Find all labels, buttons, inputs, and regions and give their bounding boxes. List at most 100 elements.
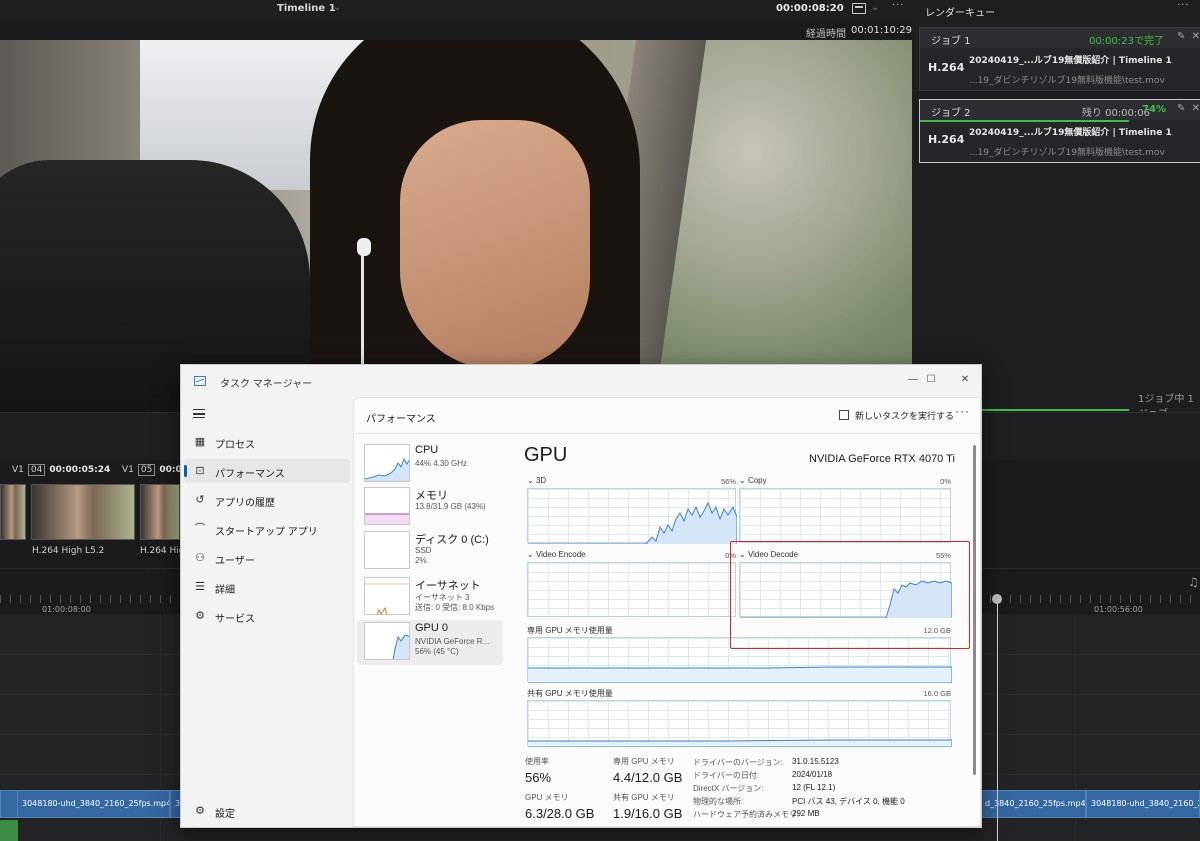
nav-item-app-history[interactable]: ↺ アプリの履歴 [184,488,350,512]
device-name: ディスク 0 (C:) [415,534,489,546]
pencil-icon[interactable]: ✎ [1177,32,1186,42]
info-key: ドライバーのバージョン: [693,758,783,767]
device-name: GPU 0 [415,622,449,634]
nav-item-details[interactable]: ☰ 詳細 [184,575,350,599]
job-remaining: 残り 00:00:06 [1081,108,1150,119]
device-ethernet[interactable]: イーサネット イーサネット 3 送信: 0 受信: 8.0 Kbps [357,575,503,620]
track-label: V1 [122,465,134,475]
engine-label-copy[interactable]: ⌄ Copy [739,476,767,485]
device-detail: SSD [415,546,432,555]
playhead[interactable] [997,596,998,841]
nav-item-settings[interactable]: ⚙ 設定 [184,799,350,823]
startup-icon: ⌒ [194,523,206,535]
graph-3d [527,488,737,544]
nav-item-users[interactable]: ⚇ ユーザー [184,546,350,570]
nav-item-services[interactable]: ⚙ サービス [184,604,350,628]
close-icon[interactable]: ✕ [1192,31,1200,42]
info-key: ドライバーの日付: [693,771,760,780]
scrollbar[interactable] [973,445,976,775]
settings-gear-icon: ⚙ [195,805,205,817]
dedicated-memory-label: 専用 GPU メモリ使用量 [527,626,613,635]
timeline-name[interactable]: Timeline 1 [277,3,336,14]
ruler-label: 01:00:56:00 [1094,605,1143,614]
more-options-icon[interactable]: ··· [1177,0,1190,11]
device-disk[interactable]: ディスク 0 (C:) SSD 2% [357,529,503,574]
device-detail: 56% (45 °C) [415,647,459,656]
shared-gpu-memory-value: 1.9/16.0 GB [613,806,683,821]
clip-timecode: 00:00:05:24 [49,465,111,475]
device-name: メモリ [415,490,448,502]
run-new-task-label: 新しいタスクを実行する [855,411,955,421]
processes-icon: ▦ [194,436,206,448]
timeline-clip[interactable]: d_3840_2160_25fps.mp4 [980,790,1086,818]
device-detail: NVIDIA GeForce R... [415,637,490,646]
viewer-header: Timeline 1 ⌄ 00:00:08:20 ⌄ ⌄ ··· [0,0,920,20]
viewer-mode-icon[interactable] [852,3,866,14]
job-file: 20240419_...ルブ19無償版紹介 | Timeline 1 [969,56,1172,66]
nav-label: 詳細 [215,585,235,596]
info-value: 292 MB [792,809,820,818]
device-memory[interactable]: メモリ 13.8/31.9 GB (43%) [357,485,503,530]
device-detail: 2% [415,556,427,565]
engine-label-3d[interactable]: ⌄ 3D [527,476,546,485]
usage-label: 使用率 [525,757,549,766]
video-viewer[interactable] [0,40,912,412]
nav-label: パフォーマンス [215,469,285,480]
close-icon[interactable]: ✕ [1192,103,1200,114]
run-new-task-button[interactable]: 新しいタスクを実行する [839,409,954,422]
engine-value-copy: 0% [940,477,951,486]
shared-memory-max: 16.0 GB [923,689,951,698]
clip-header-a: V1 04 00:00:05:24 [12,464,110,476]
shared-memory-label: 共有 GPU メモリ使用量 [527,689,613,698]
viewer-subheader: 経過時間 00:01:10:29 [0,20,920,40]
nav-item-performance[interactable]: ⊡ パフォーマンス [184,459,350,483]
engine-label-video-encode[interactable]: ⌄ Video Encode [527,550,586,559]
cpu-sparkline [364,444,410,482]
performance-icon: ⊡ [195,465,205,477]
playhead-handle[interactable] [992,594,1002,604]
clip-thumbnail[interactable] [140,484,180,540]
nav-label: プロセス [215,440,255,451]
job-percent: 74% [1142,104,1166,115]
nav-item-startup[interactable]: ⌒ スタートアップ アプリ [184,517,350,541]
title-bar[interactable]: タスク マネージャー — ☐ ✕ [181,365,981,397]
render-job-1[interactable]: ジョブ 1 00:00:23で完了 ✎ ✕ H.264 20240419_...… [919,27,1200,91]
maximize-icon[interactable]: ☐ [914,369,948,391]
memory-sparkline [364,487,410,525]
chevron-down-icon[interactable]: ⌄ [333,2,341,13]
timeline-clip[interactable] [0,790,18,818]
device-detail: 13.8/31.9 GB (43%) [415,502,486,511]
engine-value-video-encode: 0% [725,551,736,560]
hamburger-menu-icon[interactable] [193,409,205,418]
more-options-icon[interactable]: ··· [892,0,905,11]
job-codec: H.264 [928,133,965,146]
more-options-icon[interactable]: ··· [955,404,970,418]
render-queue-title: レンダーキュー [925,8,995,19]
elapsed-value: 00:01:10:29 [851,25,913,36]
chevron-down-icon[interactable]: ⌄ [834,2,842,13]
device-gpu-0[interactable]: GPU 0 NVIDIA GeForce R... 56% (45 °C) [357,620,503,665]
close-icon[interactable]: ✕ [948,369,982,391]
timeline-clip[interactable]: 3048180-uhd_3840_2160_25fps.mp4 [17,790,170,818]
nav-item-processes[interactable]: ▦ プロセス [184,430,350,454]
timeline-clip[interactable]: 3048180-uhd_3840_2160_25fps.mp4 [1086,790,1200,818]
job-path: ...19_ダビンチリゾルブ19無料版機能\test.mov [969,148,1165,158]
usage-value: 56% [525,770,552,785]
ruler-label: 01:00:08:00 [42,605,91,614]
shared-gpu-memory-label: 共有 GPU メモリ [613,793,675,802]
device-cpu[interactable]: CPU 44% 4.30 GHz [357,442,503,487]
chevron-down-icon[interactable]: ⌄ [871,2,879,13]
info-value: 2024/01/18 [792,770,833,779]
clip-thumbnail[interactable] [31,484,135,540]
render-job-2[interactable]: ジョブ 2 残り 00:00:06 74% ✎ ✕ H.264 20240419… [919,99,1200,163]
elapsed-label: 経過時間 [806,29,846,40]
new-task-icon [839,410,849,420]
job-status: 00:00:23で完了 [1089,36,1164,47]
window-title: タスク マネージャー [220,379,313,390]
audio-clip[interactable] [0,820,18,841]
device-detail: 送信: 0 受信: 8.0 Kbps [415,603,495,612]
clip-thumbnail[interactable] [0,484,26,540]
job-name: ジョブ 1 [931,36,971,47]
pencil-icon[interactable]: ✎ [1177,104,1186,114]
clip-codec-label: H.264 High L5.2 [32,546,105,556]
